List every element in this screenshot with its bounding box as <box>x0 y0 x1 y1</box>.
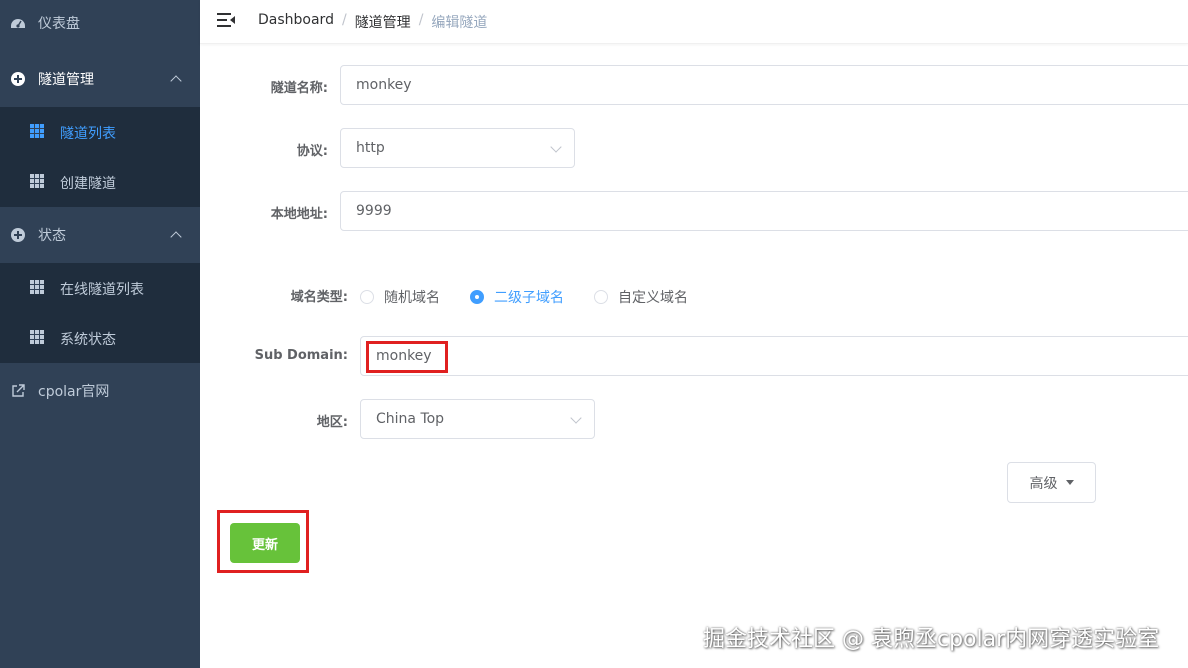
radio-icon <box>360 290 374 304</box>
radio-icon <box>594 290 608 304</box>
breadcrumb-dashboard[interactable]: Dashboard <box>258 12 334 32</box>
breadcrumb-edit-tunnel: 编辑隧道 <box>431 15 488 31</box>
radio-label: 自定义域名 <box>618 290 688 306</box>
breadcrumb-separator: / <box>418 12 424 28</box>
breadcrumb-separator: / <box>341 12 347 28</box>
subdomain-label: Sub Domain: <box>254 348 348 363</box>
domain-type-label: 域名类型: <box>290 290 348 305</box>
chevron-down-icon <box>550 141 562 153</box>
sidebar-item-tunnel-list[interactable]: 隧道列表 <box>0 107 200 157</box>
table-icon <box>30 280 44 294</box>
breadcrumb: Dashboard / 隧道管理 / 编辑隧道 <box>258 12 487 32</box>
sidebar-item-dashboard[interactable]: 仪表盘 <box>0 0 200 46</box>
sidebar-item-cpolar-site[interactable]: cpolar官网 <box>0 368 200 414</box>
chevron-up-icon <box>170 231 182 243</box>
subdomain-highlight-box <box>366 341 448 373</box>
chevron-up-icon <box>170 75 182 87</box>
sidebar-item-label: 状态 <box>38 228 66 244</box>
subdomain-input[interactable]: monkey <box>360 336 1188 376</box>
plus-circle-icon <box>10 71 26 87</box>
protocol-label: 协议: <box>296 144 328 159</box>
radio-label: 随机域名 <box>384 290 440 306</box>
sidebar-item-system-status[interactable]: 系统状态 <box>0 313 200 363</box>
update-button[interactable]: 更新 <box>230 523 300 563</box>
tunnel-name-value: monkey <box>356 77 412 93</box>
local-address-label: 本地地址: <box>270 207 328 222</box>
sidebar-item-status[interactable]: 状态 <box>0 212 200 258</box>
radio-subdomain[interactable]: 二级子域名 <box>470 287 564 307</box>
dashboard-icon <box>10 15 26 31</box>
sidebar-item-tunnel-management[interactable]: 隧道管理 <box>0 56 200 102</box>
sidebar-item-label: 在线隧道列表 <box>60 282 144 298</box>
advanced-button[interactable]: 高级 <box>1007 462 1096 503</box>
table-icon <box>30 330 44 344</box>
submenu-tunnel: 隧道列表 创建隧道 <box>0 107 200 207</box>
sidebar: 仪表盘 隧道管理 隧道列表 创建隧道 状态 在线隧道列表 系统状态 cpolar… <box>0 0 200 668</box>
sidebar-item-label: 隧道管理 <box>38 72 94 88</box>
sidebar-item-label: 系统状态 <box>60 332 116 348</box>
watermark: 掘金技术社区 @ 袁煦丞cpolar内网穿透实验室 <box>703 627 1160 652</box>
chevron-down-icon <box>570 412 582 424</box>
advanced-label: 高级 <box>1029 475 1058 492</box>
region-value: China Top <box>376 411 445 427</box>
menu-toggle-icon[interactable] <box>217 12 235 28</box>
radio-random-domain[interactable]: 随机域名 <box>360 287 440 307</box>
region-select[interactable]: China Top <box>360 399 595 439</box>
navbar: Dashboard / 隧道管理 / 编辑隧道 <box>200 0 1188 44</box>
sidebar-item-create-tunnel[interactable]: 创建隧道 <box>0 157 200 207</box>
table-icon <box>30 174 44 188</box>
table-icon <box>30 124 44 138</box>
external-link-icon <box>10 383 26 399</box>
caret-down-icon <box>1065 480 1074 485</box>
radio-label: 二级子域名 <box>494 290 564 306</box>
sidebar-item-label: 创建隧道 <box>60 176 116 192</box>
protocol-select[interactable]: http <box>340 128 575 168</box>
protocol-value: http <box>356 140 385 156</box>
local-address-value: 9999 <box>356 203 392 219</box>
submenu-status: 在线隧道列表 系统状态 <box>0 263 200 363</box>
breadcrumb-tunnel-management[interactable]: 隧道管理 <box>355 12 411 32</box>
region-label: 地区: <box>316 415 348 430</box>
local-address-input[interactable]: 9999 <box>340 191 1188 231</box>
sidebar-item-online-tunnels[interactable]: 在线隧道列表 <box>0 263 200 313</box>
sidebar-item-label: 隧道列表 <box>60 126 116 142</box>
sidebar-item-label: 仪表盘 <box>38 16 80 32</box>
tunnel-name-label: 隧道名称: <box>270 81 328 96</box>
radio-custom-domain[interactable]: 自定义域名 <box>594 287 688 307</box>
tunnel-name-input[interactable]: monkey <box>340 65 1188 105</box>
update-label: 更新 <box>251 537 278 553</box>
plus-circle-icon <box>10 227 26 243</box>
radio-checked-icon <box>470 290 484 304</box>
sidebar-item-label: cpolar官网 <box>38 384 110 400</box>
